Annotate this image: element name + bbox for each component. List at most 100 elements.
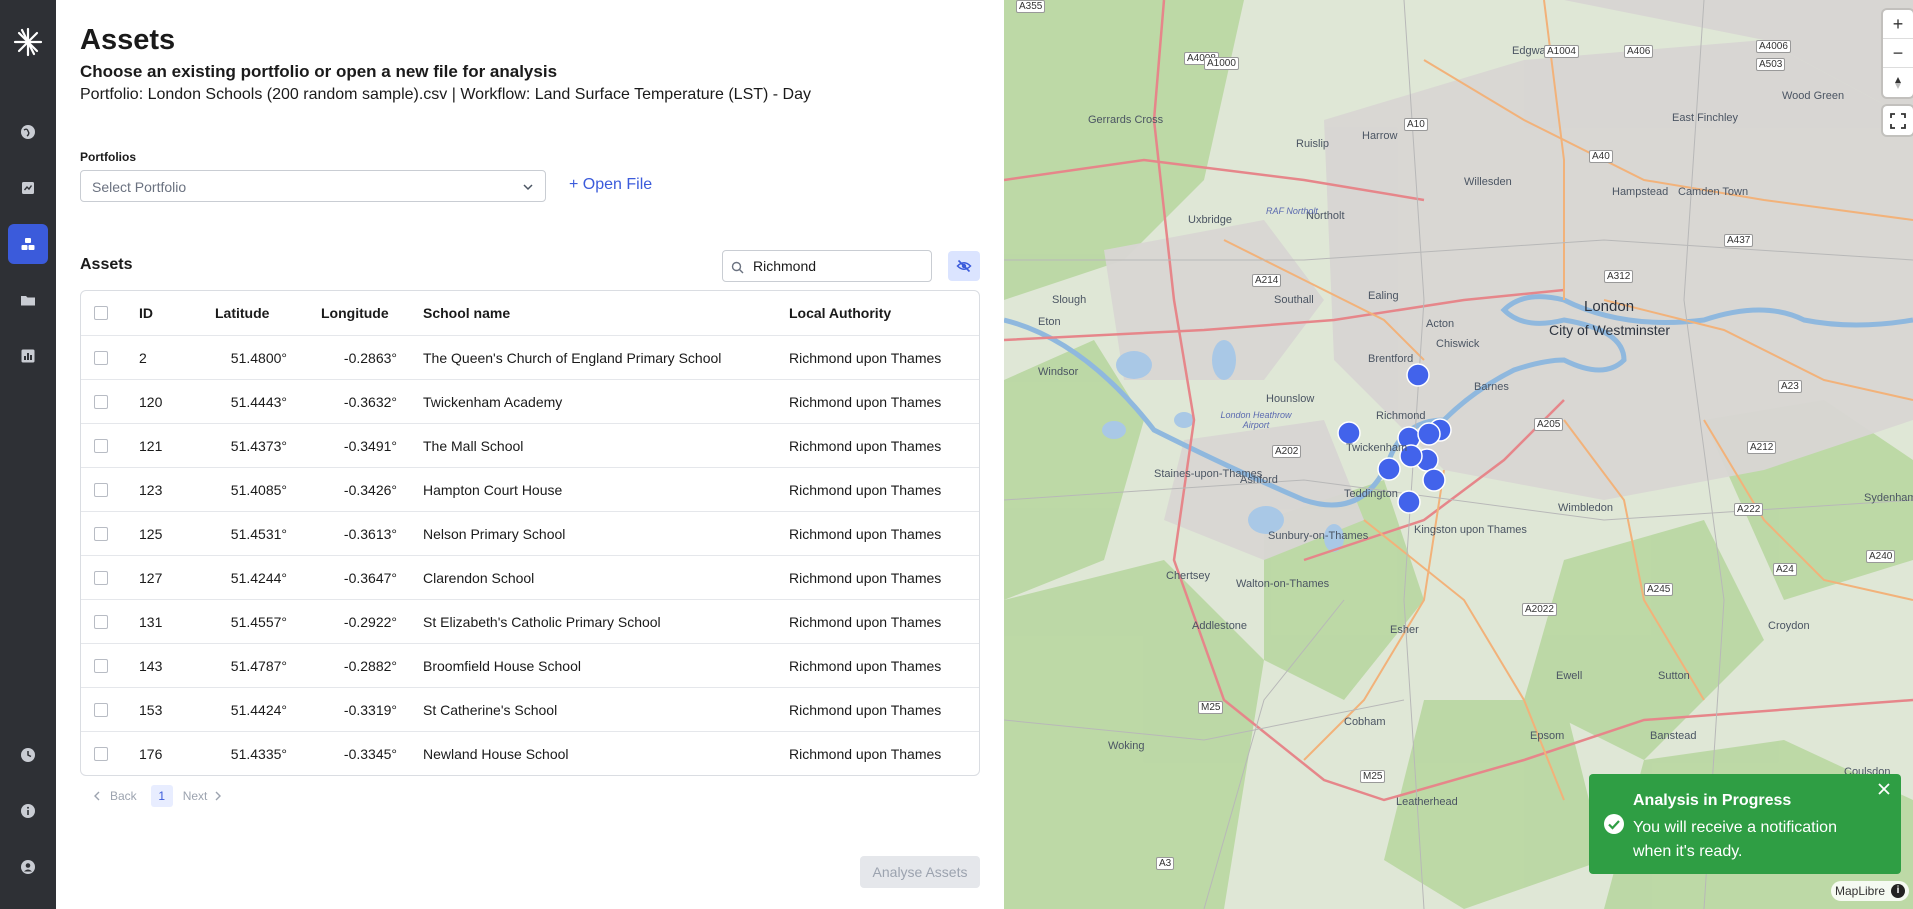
row-checkbox[interactable]: [94, 659, 108, 673]
globe-icon[interactable]: [8, 112, 48, 152]
info-icon[interactable]: [8, 791, 48, 831]
map-base[interactable]: [1004, 0, 1913, 909]
cell-id: 131: [139, 614, 163, 630]
open-file-button[interactable]: + Open File: [569, 176, 652, 194]
history-icon[interactable]: [8, 735, 48, 775]
chevron-left-icon: [94, 791, 100, 801]
pagination-back[interactable]: Back: [110, 789, 137, 803]
row-checkbox[interactable]: [94, 571, 108, 585]
asset-marker[interactable]: [1337, 421, 1361, 445]
table-row[interactable]: 131 51.4557° -0.2922° St Elizabeth's Cathol…: [81, 599, 979, 643]
column-header-longitude[interactable]: Longitude: [321, 291, 389, 335]
table-row[interactable]: 2 51.4800° -0.2863° The Queen's Church of E…: [81, 335, 979, 379]
cell-longitude: -0.2863°: [343, 350, 397, 366]
cell-longitude: -0.3613°: [343, 526, 397, 542]
table-row[interactable]: 143 51.4787° -0.2882° Broomfield House Scho…: [81, 643, 979, 687]
row-checkbox[interactable]: [94, 395, 108, 409]
map-label-banstead: Banstead: [1650, 730, 1697, 742]
pagination-page[interactable]: 1: [150, 785, 173, 807]
table-row[interactable]: 127 51.4244° -0.3647° Clarendon School Richm…: [81, 555, 979, 599]
table-row[interactable]: 125 51.4531° -0.3613° Nelson Primary School…: [81, 511, 979, 555]
row-checkbox[interactable]: [94, 527, 108, 541]
zoom-in-button[interactable]: +: [1883, 10, 1913, 39]
cell-local-authority: Richmond upon Thames: [789, 394, 942, 410]
zoom-out-button[interactable]: −: [1883, 39, 1913, 68]
table-row[interactable]: 121 51.4373° -0.3491° The Mall School Richmo…: [81, 423, 979, 467]
row-checkbox[interactable]: [94, 747, 108, 761]
table-row[interactable]: 123 51.4085° -0.3426° Hampton Court House Ri…: [81, 467, 979, 511]
cell-school-name: The Queen's Church of England Primary Sc…: [423, 350, 722, 366]
map-label-wimbledon: Wimbledon: [1558, 502, 1614, 514]
cell-local-authority: Richmond upon Thames: [789, 570, 942, 586]
search-icon: [731, 261, 744, 274]
toggle-visibility-button[interactable]: [948, 251, 980, 281]
zoom-controls: + −: [1883, 10, 1913, 97]
map-attribution[interactable]: MapLibre i: [1830, 881, 1909, 901]
table-row[interactable]: 120 51.4443° -0.3632° Twickenham Academy Ric…: [81, 379, 979, 423]
map-label-ruislip: Ruislip: [1296, 138, 1330, 150]
column-header-id[interactable]: ID: [139, 291, 153, 335]
cell-id: 143: [139, 658, 163, 674]
map-label-london: London: [1584, 298, 1635, 315]
row-checkbox[interactable]: [94, 615, 108, 629]
cell-latitude: 51.4085°: [230, 482, 287, 498]
report-icon[interactable]: [8, 168, 48, 208]
portfolio-workflow-info: Portfolio: London Schools (200 random sa…: [80, 86, 812, 103]
column-header-school-name[interactable]: School name: [423, 291, 510, 335]
road-label: A202: [1272, 445, 1302, 458]
cell-latitude: 51.4373°: [230, 438, 287, 454]
map-label-windsor: Windsor: [1038, 366, 1079, 378]
map-label-southall: Southall: [1274, 294, 1314, 306]
row-checkbox[interactable]: [94, 439, 108, 453]
row-checkbox[interactable]: [94, 703, 108, 717]
map-label-sunbury: Sunbury-on-Thames: [1268, 530, 1369, 542]
map[interactable]: London City of Westminster Richmond Twic…: [1004, 0, 1913, 909]
map-label-wood-green: Wood Green: [1782, 90, 1845, 102]
fullscreen-control: [1883, 106, 1913, 135]
pagination-next[interactable]: Next: [183, 789, 208, 803]
assets-table: ID Latitude Longitude School name Local …: [80, 290, 980, 776]
road-label: A3: [1156, 857, 1175, 870]
asset-marker[interactable]: [1397, 490, 1421, 514]
fullscreen-icon: [1890, 112, 1906, 129]
fullscreen-button[interactable]: [1883, 106, 1913, 135]
portfolios-label: Portfolios: [80, 150, 136, 164]
close-icon[interactable]: [1877, 782, 1891, 796]
user-icon[interactable]: [8, 847, 48, 887]
table-row[interactable]: 153 51.4424° -0.3319° St Catherine's School…: [81, 687, 979, 731]
cell-longitude: -0.3632°: [343, 394, 397, 410]
map-label-cobham: Cobham: [1344, 716, 1386, 728]
row-checkbox[interactable]: [94, 351, 108, 365]
select-all-checkbox[interactable]: [94, 306, 108, 320]
column-header-latitude[interactable]: Latitude: [215, 291, 269, 335]
table-header: ID Latitude Longitude School name Local …: [81, 291, 979, 335]
map-label-willesden: Willesden: [1464, 176, 1512, 188]
asset-marker[interactable]: [1377, 457, 1401, 481]
cell-latitude: 51.4531°: [230, 526, 287, 542]
row-checkbox[interactable]: [94, 483, 108, 497]
asset-search-input[interactable]: Richmond: [722, 250, 932, 282]
table-row[interactable]: 176 51.4335° -0.3345° Newland House School R…: [81, 731, 979, 775]
cell-local-authority: Richmond upon Thames: [789, 702, 942, 718]
analyse-assets-button[interactable]: Analyse Assets: [860, 856, 980, 888]
chart-icon[interactable]: [8, 336, 48, 376]
assets-icon[interactable]: [8, 224, 48, 264]
portfolio-select[interactable]: Select Portfolio: [80, 170, 546, 202]
cell-id: 127: [139, 570, 163, 586]
cell-school-name: St Catherine's School: [423, 702, 558, 718]
column-header-local-authority[interactable]: Local Authority: [789, 291, 891, 335]
chevron-down-icon: [523, 184, 533, 191]
compass-button[interactable]: [1883, 68, 1913, 97]
logo-icon[interactable]: [12, 26, 44, 58]
cell-latitude: 51.4244°: [230, 570, 287, 586]
folder-icon[interactable]: [8, 280, 48, 320]
map-label-hounslow: Hounslow: [1266, 393, 1315, 405]
map-label-richmond: Richmond: [1376, 410, 1426, 422]
check-circle-icon: [1604, 814, 1624, 834]
attribution-info-icon[interactable]: i: [1891, 884, 1905, 898]
asset-marker[interactable]: [1406, 363, 1430, 387]
asset-marker[interactable]: [1422, 468, 1446, 492]
eye-off-icon: [956, 259, 972, 273]
cell-longitude: -0.3647°: [343, 570, 397, 586]
asset-marker[interactable]: [1417, 422, 1441, 446]
